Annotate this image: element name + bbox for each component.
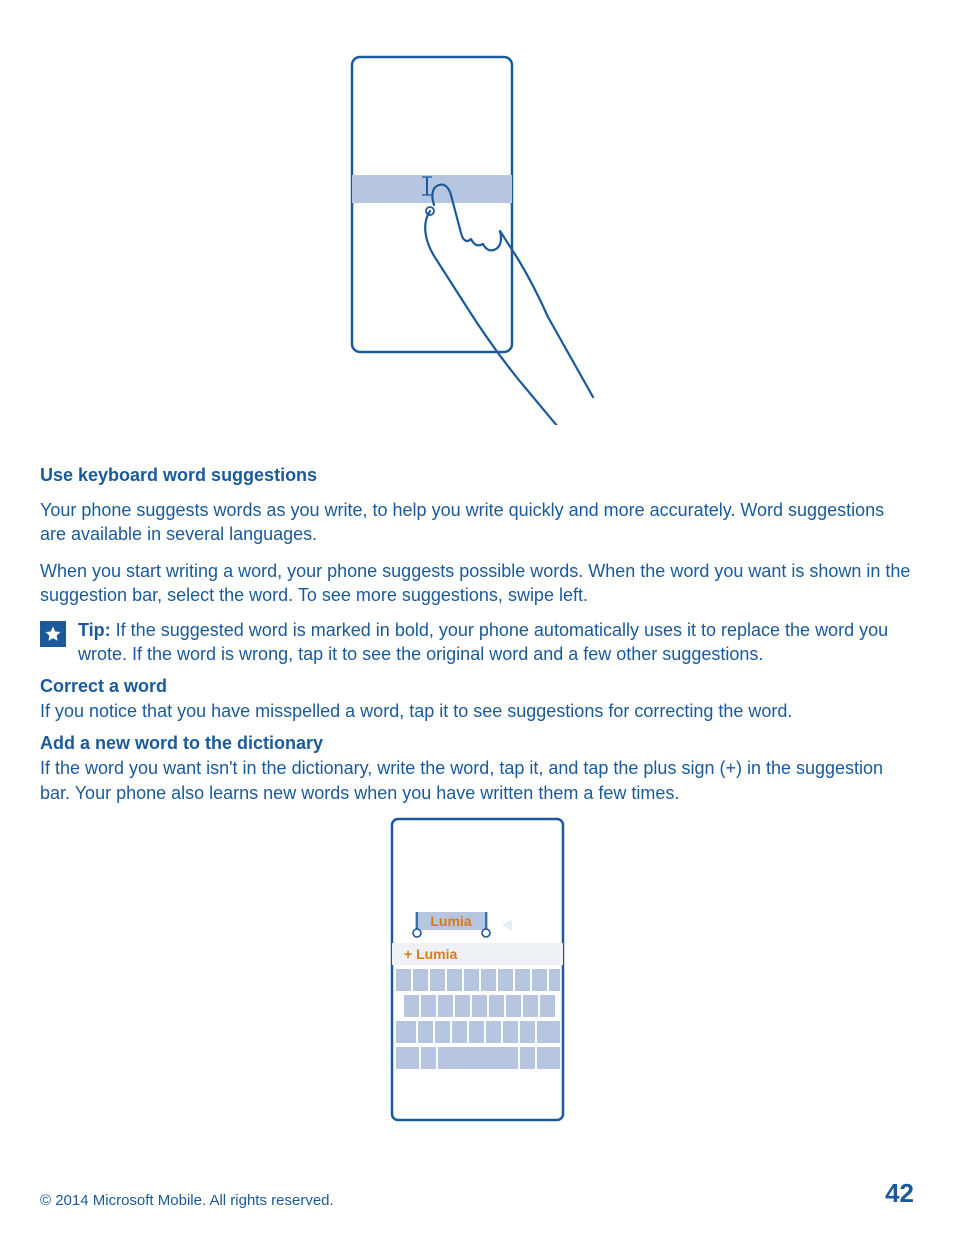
highlighted-word: Lumia bbox=[430, 913, 471, 929]
page-footer: © 2014 Microsoft Mobile. All rights rese… bbox=[40, 1178, 914, 1209]
footer-copyright: © 2014 Microsoft Mobile. All rights rese… bbox=[40, 1192, 334, 1209]
page-number: 42 bbox=[885, 1178, 914, 1209]
heading-add-word: Add a new word to the dictionary bbox=[40, 733, 914, 754]
keyboard-row-2 bbox=[404, 995, 555, 1017]
keyboard-row-3 bbox=[396, 1021, 560, 1043]
tip-body: If the suggested word is marked in bold,… bbox=[78, 620, 888, 663]
paragraph-add: If the word you want isn't in the dictio… bbox=[40, 756, 914, 805]
illustration-2-container: Lumia + Lumia bbox=[40, 817, 914, 1122]
section-correct-word: Correct a word If you notice that you ha… bbox=[40, 676, 914, 723]
suggestion-text: + Lumia bbox=[404, 946, 458, 962]
keyboard-row-1 bbox=[396, 969, 560, 991]
illustration-1-container bbox=[40, 55, 914, 425]
keyboard-row-4 bbox=[396, 1047, 560, 1069]
tip-block: Tip: If the suggested word is marked in … bbox=[40, 619, 914, 666]
phone-tap-illustration bbox=[312, 55, 642, 425]
tip-text: Tip: If the suggested word is marked in … bbox=[78, 619, 914, 666]
heading-use-suggestions: Use keyboard word suggestions bbox=[40, 465, 914, 486]
paragraph-intro: Your phone suggests words as you write, … bbox=[40, 498, 914, 547]
phone-keyboard-illustration: Lumia + Lumia bbox=[390, 817, 565, 1122]
heading-correct-word: Correct a word bbox=[40, 676, 914, 697]
tip-label: Tip: bbox=[78, 620, 111, 640]
paragraph-swipe: When you start writing a word, your phon… bbox=[40, 559, 914, 608]
paragraph-correct: If you notice that you have misspelled a… bbox=[40, 699, 914, 723]
star-icon bbox=[40, 621, 66, 647]
section-add-word: Add a new word to the dictionary If the … bbox=[40, 733, 914, 805]
